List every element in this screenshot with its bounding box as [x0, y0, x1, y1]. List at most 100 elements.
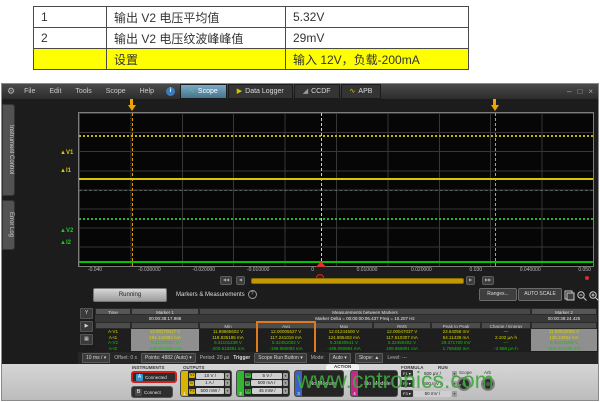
pkpk-cell: 1.768482 mA: [431, 346, 481, 352]
pan-slider[interactable]: [251, 278, 464, 284]
module-setting-row: P245 mW /▾: [245, 388, 288, 394]
setting-value-dropdown[interactable]: 1 A /: [195, 380, 224, 386]
measurement-summary-table: 1输出 V2 电压平均值5.32V2输出 V2 电压纹波峰峰值29mV设置输入 …: [33, 6, 469, 70]
pan-fast-right-button[interactable]: ▶▶: [482, 276, 494, 285]
time-header: Time: [95, 308, 131, 315]
export-icon[interactable]: ▶: [80, 321, 93, 332]
settings-item-8[interactable]: Slope: ▲: [355, 353, 384, 363]
channel-label-i2[interactable]: ▲I2: [60, 240, 71, 246]
grid-view-icon[interactable]: ▦: [80, 334, 93, 345]
markers-measurements-title: Markers & Measurements?: [176, 290, 257, 299]
pan-right-button[interactable]: ▶: [466, 276, 475, 285]
x-axis-tick-label: 0.010000: [357, 267, 378, 273]
module-setting-row: P1500 mW /▾: [189, 388, 230, 394]
apb-icon: ∿: [350, 85, 356, 98]
sidebar-tab-error-log[interactable]: Error Log: [2, 200, 15, 250]
setting-value-dropdown[interactable]: 10 V /: [196, 373, 224, 379]
min-cell: -200.619381 mA: [199, 346, 257, 352]
marker1-cell: -199.871931 mA: [131, 346, 199, 352]
table-cell: 5.32V: [286, 7, 469, 28]
settings-item-0[interactable]: 10 ms / ▾: [82, 353, 110, 363]
info-icon[interactable]: i: [166, 87, 175, 96]
instrument-a-connected-button[interactable]: A Connected: [131, 371, 177, 383]
channel-label-v1[interactable]: ▲V1: [60, 150, 73, 156]
output-module-2[interactable]: 2V25 V /▾I2500 mA /▾P245 mW /▾: [236, 370, 290, 397]
module-rows: V110 V /▾I11 A /▾P1500 mW /▾: [188, 371, 231, 396]
channel-tag: V1: [189, 373, 195, 378]
chevron-down-icon[interactable]: ▾: [225, 380, 230, 386]
tab-label: APB: [358, 88, 372, 95]
sidebar-tab-instrument-control[interactable]: Instrument Control: [2, 104, 15, 196]
tab-apb[interactable]: ∿APB: [341, 84, 382, 99]
x-axis-labels: -0.040-0.030000-0.020000-0.01000000.0100…: [78, 267, 592, 274]
measurement-tool-icons: Y ▶ ▦: [80, 308, 93, 347]
chevron-down-icon[interactable]: ▾: [283, 388, 288, 394]
channel-tag: P2: [245, 389, 251, 394]
title-bar: ⚙ FileEditToolsScopeHelp i ∿Scope▶Data L…: [2, 84, 598, 99]
table-row: 2输出 V2 电压纹波峰峰值29mV: [34, 28, 469, 49]
rms-cell: 199.955891 mA: [373, 346, 431, 352]
running-button[interactable]: Running: [93, 288, 167, 302]
maximize-button[interactable]: □: [577, 87, 582, 96]
scope-app-window: ⚙ FileEditToolsScopeHelp i ∿Scope▶Data L…: [2, 84, 598, 400]
pan-left-button[interactable]: ◀: [236, 276, 245, 285]
setting-value-dropdown[interactable]: 500 mW /: [196, 388, 224, 394]
menu-help[interactable]: Help: [133, 88, 161, 95]
trace-i1: [79, 178, 593, 180]
instrument-b-connect-button[interactable]: B Connect: [131, 386, 173, 398]
copy-icon[interactable]: [563, 288, 575, 299]
autoscale-button[interactable]: AUTO SCALE: [518, 288, 562, 301]
menu-file[interactable]: File: [17, 88, 42, 95]
chevron-down-icon[interactable]: ▾: [283, 380, 288, 386]
col-peak-to-peak: Peak to Peak: [431, 322, 481, 329]
x-axis-tick-label: 0.050: [578, 267, 591, 273]
zoom-in-icon[interactable]: [588, 288, 600, 299]
meas-row-a-i2: A-I2-199.871931 mA-200.619381 mA-199.956…: [95, 346, 598, 352]
marker2-cell: -200.047308 mA: [531, 346, 597, 352]
instrument-b-icon: B: [135, 389, 142, 396]
gear-icon[interactable]: ⚙: [7, 84, 15, 99]
play-icon: ▶: [237, 85, 242, 98]
col-rms: RMS: [373, 322, 431, 329]
x-axis-tick-label: -0.010000: [247, 267, 270, 273]
settings-item-2[interactable]: Points: 4882 (Auto) ▾: [141, 353, 196, 363]
between-markers-header: Measurements between Markers: [199, 308, 531, 315]
col-min: Min: [199, 322, 257, 329]
tab-data-logger[interactable]: ▶Data Logger: [228, 84, 293, 99]
tab-ccdf[interactable]: ◢CCDF: [294, 84, 340, 99]
filter-icon[interactable]: Y: [80, 308, 93, 319]
marker-2-handle[interactable]: [490, 99, 499, 111]
minimize-button[interactable]: –: [567, 87, 571, 96]
menu-scope[interactable]: Scope: [99, 88, 133, 95]
channel-label-i1[interactable]: ▲I1: [60, 168, 71, 174]
table-row: 1输出 V2 电压平均值5.32V: [34, 7, 469, 28]
watermark: www.cntronics.com: [297, 367, 494, 394]
channel-label-v2[interactable]: ▲V2: [60, 228, 73, 234]
x-axis-tick-label: -0.020000: [193, 267, 216, 273]
table-cell: 输出 V2 电压纹波峰峰值: [107, 28, 286, 49]
marker-1-handle[interactable]: [127, 99, 136, 111]
ranges-button[interactable]: Ranges...: [479, 288, 517, 301]
module-setting-row: V25 V /▾: [245, 373, 288, 379]
ccdf-icon: ◢: [303, 85, 308, 98]
zoom-out-icon[interactable]: [576, 288, 588, 299]
tab-scope[interactable]: ∿Scope: [180, 84, 227, 99]
help-icon[interactable]: ?: [248, 290, 257, 299]
chevron-down-icon[interactable]: ▾: [225, 388, 230, 394]
waveform-plot[interactable]: [78, 112, 594, 267]
chevron-down-icon[interactable]: ▾: [225, 373, 230, 379]
chevron-down-icon[interactable]: ▾: [283, 373, 288, 379]
module-setting-row: I2500 mA /▾: [245, 380, 288, 386]
setting-value-dropdown[interactable]: 45 mW /: [252, 388, 282, 394]
menu-tools[interactable]: Tools: [68, 88, 98, 95]
col-blank: [131, 322, 199, 329]
settings-item-5[interactable]: Scope Run Button ▾: [254, 353, 306, 363]
setting-value-dropdown[interactable]: 500 mA /: [251, 380, 282, 386]
settings-item-7[interactable]: Auto ▾: [329, 353, 351, 363]
pan-fast-left-button[interactable]: ◀◀: [220, 276, 232, 285]
output-module-1[interactable]: 1V110 V /▾I11 A /▾P1500 mW /▾: [180, 370, 232, 397]
setting-value-dropdown[interactable]: 5 V /: [252, 373, 282, 379]
close-button[interactable]: ×: [588, 87, 593, 96]
table-cell: [34, 49, 107, 70]
menu-edit[interactable]: Edit: [42, 88, 68, 95]
